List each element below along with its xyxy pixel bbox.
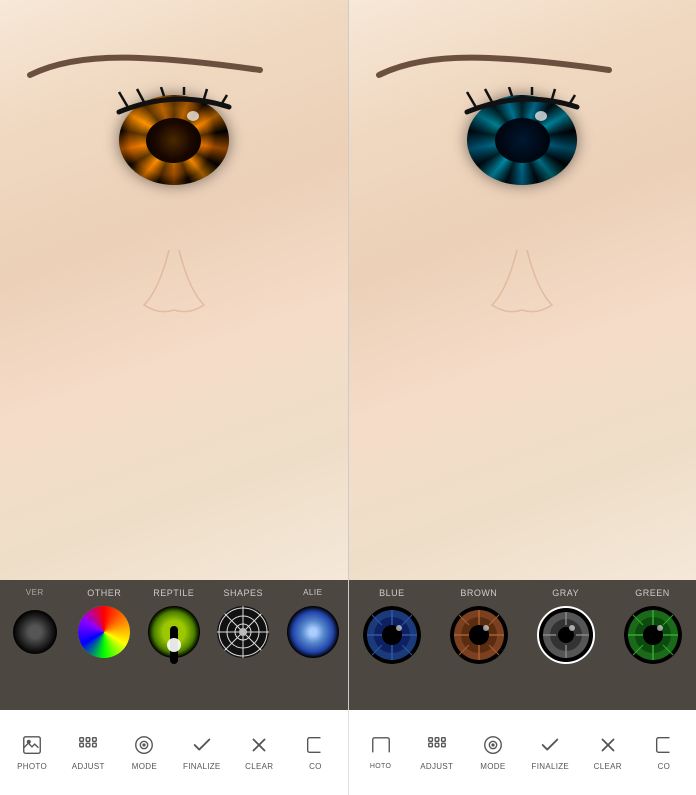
toolbar-finalize-label-left: FINALIZE [183, 762, 221, 771]
toolbar-finalize-right[interactable]: FINALIZE [532, 734, 570, 771]
toolbar-co-label-right: CO [658, 762, 671, 771]
mode-icon-left [133, 734, 155, 760]
lens-bar-left: VER OTHER REPTILE SHAPES ALIE [0, 580, 348, 710]
toolbar-co-left[interactable]: CO [298, 734, 333, 771]
adjust-icon-right [426, 734, 448, 760]
toolbar-mode-label-right: MODE [480, 762, 505, 771]
category-reptile[interactable]: REPTILE [139, 586, 209, 600]
toolbar-co-right[interactable]: CO [646, 734, 681, 771]
eye-right [467, 95, 577, 185]
category-brown[interactable]: BROWN [435, 586, 522, 600]
toolbar-photo-label-left: PHOTO [17, 762, 47, 771]
toolbar-clear-left[interactable]: CLEAR [242, 734, 277, 771]
eye-left [119, 95, 229, 185]
category-alien[interactable]: ALIE [278, 586, 348, 600]
lens-item-other[interactable] [70, 606, 140, 658]
co-icon-right [653, 734, 675, 760]
adjust-icon-left [77, 734, 99, 760]
toolbar-adjust-label-left: ADJUST [72, 762, 105, 771]
lens-item-blue[interactable] [349, 606, 436, 664]
lens-categories-right: BLUE BROWN GRAY GREEN [349, 580, 696, 602]
lens-bar-right: BLUE BROWN GRAY GREEN [349, 580, 696, 710]
eyelashes-left [109, 87, 239, 117]
toolbar-left: PHOTO ADJUST MODE FINALIZE [0, 710, 349, 795]
category-shapes[interactable]: SHAPES [209, 586, 279, 600]
nose-right [482, 250, 562, 320]
lens-categories-left: VER OTHER REPTILE SHAPES ALIE [0, 580, 348, 602]
eyebrow-left [10, 50, 280, 80]
x-icon-left [248, 734, 270, 760]
toolbar-right: HOTO ADJUST MODE FINALIZE [349, 710, 696, 795]
category-blue[interactable]: BLUE [349, 586, 436, 600]
lens-item-shapes[interactable] [209, 606, 279, 658]
toolbar-area: PHOTO ADJUST MODE FINALIZE [0, 710, 696, 795]
toolbar-mode-label-left: MODE [132, 762, 157, 771]
lens-shapes [217, 606, 269, 658]
lens-item-brown[interactable] [435, 606, 522, 664]
toolbar-co-label-left: CO [309, 762, 322, 771]
lens-items-right [349, 602, 696, 668]
eyelashes-right [457, 87, 587, 117]
toolbar-adjust-right[interactable]: ADJUST [419, 734, 454, 771]
lens-item-alien[interactable] [278, 606, 348, 658]
photo-icon-left [21, 734, 43, 760]
nose-left [134, 250, 214, 320]
eyebrow-right [359, 50, 629, 80]
lens-item-black[interactable] [0, 606, 70, 658]
toolbar-mode-left[interactable]: MODE [127, 734, 162, 771]
lens-item-gray[interactable] [522, 606, 609, 664]
toolbar-clear-right[interactable]: CLEAR [590, 734, 625, 771]
left-panel: VER OTHER REPTILE SHAPES ALIE [0, 0, 349, 710]
category-green[interactable]: GREEN [609, 586, 696, 600]
right-panel: BLUE BROWN GRAY GREEN [349, 0, 696, 710]
toolbar-photo-left[interactable]: PHOTO [15, 734, 50, 771]
co-icon-left [304, 734, 326, 760]
x-icon-right [597, 734, 619, 760]
toolbar-clear-label-right: CLEAR [594, 762, 622, 771]
photo-icon-right-partial [370, 735, 392, 761]
toolbar-photo-right-partial[interactable]: HOTO [363, 735, 398, 770]
lens-items-left [0, 602, 348, 662]
lens-gray [537, 606, 595, 664]
lens-green [624, 606, 682, 664]
check-icon-left [191, 734, 213, 760]
toolbar-adjust-left[interactable]: ADJUST [71, 734, 106, 771]
lens-alien [287, 606, 339, 658]
category-other[interactable]: OTHER [70, 586, 140, 600]
toolbar-finalize-label-right: FINALIZE [532, 762, 570, 771]
toolbar-adjust-label-right: ADJUST [420, 762, 453, 771]
lens-item-green[interactable] [609, 606, 696, 664]
toolbar-photo-label-right-partial: HOTO [370, 763, 391, 770]
mode-icon-right [482, 734, 504, 760]
check-icon-right [539, 734, 561, 760]
category-gray[interactable]: GRAY [522, 586, 609, 600]
lens-brown [450, 606, 508, 664]
lens-blue [363, 606, 421, 664]
toolbar-clear-label-left: CLEAR [245, 762, 273, 771]
lens-other [78, 606, 130, 658]
toolbar-finalize-left[interactable]: FINALIZE [183, 734, 221, 771]
category-ver[interactable]: VER [0, 586, 70, 600]
toolbar-mode-right[interactable]: MODE [475, 734, 510, 771]
lens-black [13, 610, 57, 654]
